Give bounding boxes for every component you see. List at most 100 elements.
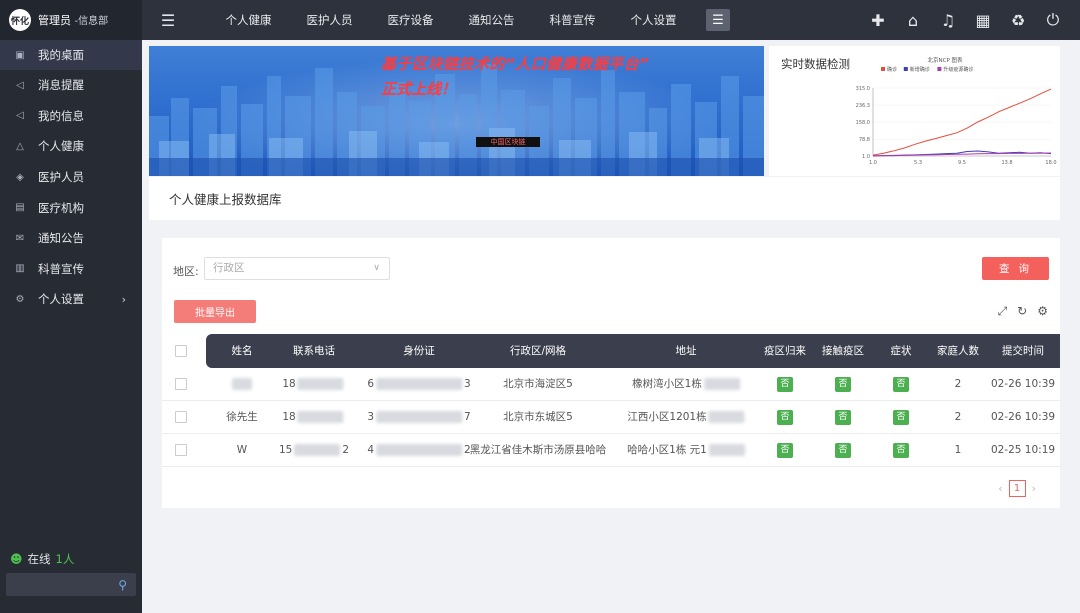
top-nav-item-2[interactable]: 医疗设备 bbox=[370, 12, 451, 28]
next-page-icon[interactable]: › bbox=[1032, 482, 1036, 495]
column-header: 姓名 bbox=[231, 345, 253, 357]
page-current[interactable]: 1 bbox=[1008, 480, 1026, 497]
document-icon: ▤ bbox=[15, 202, 25, 214]
x-tick-label: 13.8 bbox=[1001, 160, 1012, 166]
chart-title: 北京NCP 图表 bbox=[927, 56, 963, 64]
top-nav-item-1[interactable]: 医护人员 bbox=[289, 12, 370, 28]
sidebar-item-label: 个人设置 bbox=[38, 292, 84, 307]
cell-district: 北京市海淀区5 bbox=[503, 378, 573, 390]
cell-phone: 18 bbox=[282, 401, 345, 434]
table-row: 徐先生 18 3 7 北京市东城区5 江西小区1201栋否否否 2 02-26 10:39 bbox=[162, 401, 1060, 434]
cell-flag: 否 bbox=[835, 401, 851, 434]
brand-name: 管理员 -信息部 bbox=[38, 12, 108, 28]
fullscreen-icon[interactable]: ⤢ bbox=[998, 304, 1008, 319]
address-text: 哈哈小区1栋 元1 bbox=[627, 444, 707, 456]
id-prefix: 3 bbox=[367, 411, 374, 423]
row-checkbox[interactable] bbox=[175, 444, 187, 456]
online-status: ☻ 在线 1人 bbox=[10, 551, 74, 567]
cell-flag: 否 bbox=[777, 401, 793, 434]
masked-phone bbox=[297, 378, 344, 390]
cell-flag: 否 bbox=[835, 434, 851, 467]
top-nav-item-4[interactable]: 科普宣传 bbox=[532, 12, 613, 28]
sidebar-item-5[interactable]: ▤ 医疗机构 bbox=[0, 192, 142, 223]
home-icon[interactable]: ⌂ bbox=[904, 11, 922, 30]
cell-flag: 否 bbox=[777, 434, 793, 467]
top-nav-item-3[interactable]: 通知公告 bbox=[451, 12, 532, 28]
hamburger-icon[interactable]: ☰ bbox=[706, 9, 730, 31]
sidebar-item-0[interactable]: ▣ 我的桌面 bbox=[0, 40, 142, 70]
phone-prefix: 18 bbox=[282, 378, 296, 390]
sidebar-item-2[interactable]: ◁ 我的信息 bbox=[0, 101, 142, 132]
cell-family: 1 bbox=[954, 444, 962, 456]
column-header: 身份证 bbox=[403, 345, 435, 357]
query-button[interactable]: 查 询 bbox=[982, 257, 1049, 280]
table-header: 姓名 联系电话 身份证 行政区/网格 地址 疫区归来 接触疫区 症状 家庭人数 提交时间 bbox=[206, 334, 1060, 368]
column-header: 联系电话 bbox=[293, 345, 335, 357]
triangle-icon: △ bbox=[16, 140, 24, 152]
bell-icon[interactable]: ♫ bbox=[939, 11, 957, 30]
sidebar-item-3[interactable]: △ 个人健康 bbox=[0, 131, 142, 162]
cell-flag: 否 bbox=[893, 401, 909, 434]
region-placeholder: 行政区 bbox=[213, 262, 245, 274]
status-badge: 否 bbox=[893, 376, 909, 392]
phone-suffix: 2 bbox=[342, 444, 350, 456]
legend-swatch bbox=[937, 67, 942, 71]
status-badge: 否 bbox=[893, 442, 909, 458]
export-button[interactable]: 批量导出 bbox=[174, 300, 256, 323]
prev-page-icon[interactable]: ‹ bbox=[998, 482, 1002, 495]
region-select[interactable]: 行政区 ∨ bbox=[204, 257, 390, 280]
speaker-icon: ◁ bbox=[16, 110, 24, 122]
grid-icon[interactable]: ▦ bbox=[974, 11, 992, 30]
address-text: 橡树湾小区1栋 bbox=[632, 378, 702, 390]
sidebar-search[interactable]: ⚲ bbox=[6, 573, 136, 596]
status-badge: 否 bbox=[777, 409, 793, 425]
top-nav-item-0[interactable]: 个人健康 bbox=[208, 12, 289, 28]
sidebar-nav: ▣ 我的桌面 ◁ 消息提醒 ◁ 我的信息 △ 个人健康 ◈ 医护人员 ▤ 医疗机构 ✉ 通知公告 ▥ 科普宣传… bbox=[0, 40, 142, 315]
status-badge: 否 bbox=[777, 442, 793, 458]
search-icon[interactable]: ⚲ bbox=[118, 578, 127, 592]
cell-id-card: 42 bbox=[367, 434, 471, 467]
top-nav-item-5[interactable]: 个人设置 bbox=[613, 12, 694, 28]
cell-flag: 否 bbox=[893, 368, 909, 401]
column-header: 家庭人数 bbox=[937, 345, 979, 357]
settings-icon[interactable]: ⚙ bbox=[1037, 304, 1048, 319]
legend-label: 升级疫源确诊 bbox=[943, 66, 973, 73]
status-badge: 否 bbox=[835, 376, 851, 392]
sidebar-item-label: 科普宣传 bbox=[38, 261, 84, 276]
row-checkbox[interactable] bbox=[175, 378, 187, 390]
realtime-card: 实时数据检测 北京NCP 图表 确诊 新增确诊 升级疫源确诊 315.0 236.3 158… bbox=[769, 46, 1060, 176]
db-title: 个人健康上报数据库 bbox=[149, 177, 1060, 220]
mail-icon: ✉ bbox=[15, 232, 25, 244]
row-checkbox[interactable] bbox=[175, 411, 187, 423]
cell-flag: 否 bbox=[777, 368, 793, 401]
sidebar-item-6[interactable]: ✉ 通知公告 bbox=[0, 223, 142, 254]
chevron-down-icon: ∨ bbox=[373, 263, 380, 273]
status-badge: 否 bbox=[777, 376, 793, 392]
sidebar-item-7[interactable]: ▥ 科普宣传 bbox=[0, 254, 142, 285]
banner-button[interactable]: 中国区块链 bbox=[476, 137, 540, 147]
brand-logo: 怀化 bbox=[9, 9, 31, 31]
cell-name: 徐先生 bbox=[226, 401, 258, 434]
person-icon: ☻ bbox=[10, 552, 23, 566]
shirt-icon[interactable]: ♻ bbox=[1009, 11, 1027, 30]
x-tick-label: 5.3 bbox=[914, 160, 922, 166]
power-icon[interactable]: ⏻ bbox=[1044, 10, 1062, 30]
plus-icon[interactable]: ✚ bbox=[869, 11, 887, 30]
cell-time: 02-25 10:19 bbox=[990, 444, 1056, 456]
masked-address bbox=[708, 444, 745, 456]
refresh-icon[interactable]: ↻ bbox=[1017, 304, 1027, 319]
masked-name bbox=[232, 378, 252, 390]
cell-address: 江西小区1201栋 bbox=[627, 401, 745, 434]
sidebar-item-4[interactable]: ◈ 医护人员 bbox=[0, 162, 142, 193]
sidebar-item-8[interactable]: ⚙ 个人设置 › bbox=[0, 284, 142, 315]
menu-toggle-icon[interactable]: ☰ bbox=[148, 11, 188, 30]
sidebar-item-1[interactable]: ◁ 消息提醒 bbox=[0, 70, 142, 101]
legend-swatch bbox=[903, 67, 908, 71]
select-all-checkbox[interactable] bbox=[175, 345, 187, 357]
chevron-right-icon: › bbox=[121, 292, 126, 306]
cell-flag: 否 bbox=[835, 368, 851, 401]
admin-name: 管理员 bbox=[38, 14, 71, 27]
cell-name: W bbox=[237, 434, 247, 467]
column-header: 症状 bbox=[890, 345, 912, 357]
banner-subtitle: 正式上线！ bbox=[381, 80, 457, 98]
